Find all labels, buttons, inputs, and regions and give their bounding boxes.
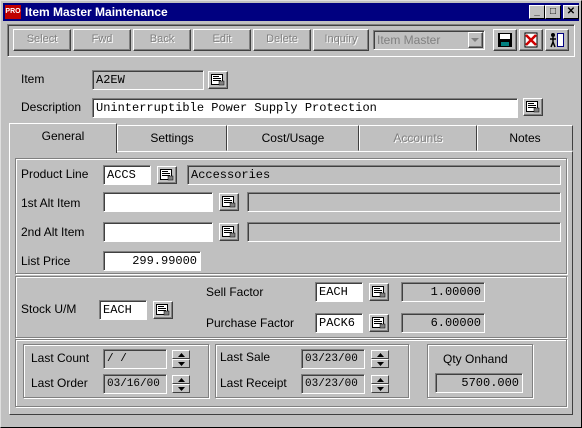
chevron-down-icon[interactable] bbox=[468, 32, 483, 48]
lookup-icon bbox=[160, 169, 174, 181]
alt-item-1-label: 1st Alt Item bbox=[21, 196, 81, 210]
tab-general[interactable]: General bbox=[9, 123, 117, 153]
minimize-button[interactable]: _ bbox=[529, 5, 545, 19]
purchase-factor-value: 6.00000 bbox=[401, 313, 485, 333]
last-order-spinner[interactable] bbox=[172, 375, 190, 393]
item-field[interactable]: A2EW bbox=[92, 70, 204, 90]
sell-factor-value: 1.00000 bbox=[401, 282, 485, 302]
last-order-label: Last Order bbox=[31, 376, 88, 390]
qty-onhand-label: Qty Onhand bbox=[443, 352, 508, 366]
description-lookup-button[interactable] bbox=[523, 98, 543, 116]
window-title: Item Master Maintenance bbox=[25, 5, 168, 19]
spin-up-icon[interactable] bbox=[172, 375, 190, 384]
title-bar[interactable]: PRO Item Master Maintenance _ □ ✕ bbox=[3, 3, 579, 21]
lookup-icon bbox=[526, 101, 540, 113]
product-line-lookup-button[interactable] bbox=[157, 166, 177, 184]
floppy-disk-icon bbox=[498, 33, 512, 47]
description-field[interactable]: Uninterruptible Power Supply Protection bbox=[92, 98, 518, 118]
spin-up-icon[interactable] bbox=[172, 350, 190, 359]
cancel-document-icon bbox=[524, 32, 538, 48]
sell-factor-lookup-button[interactable] bbox=[369, 283, 389, 301]
alt-item-1-lookup-button[interactable] bbox=[219, 193, 239, 211]
fwd-button[interactable]: Fwd bbox=[73, 29, 131, 51]
stock-um-lookup-button[interactable] bbox=[153, 301, 173, 319]
alt-item-2-lookup-button[interactable] bbox=[219, 223, 239, 241]
maximize-button[interactable]: □ bbox=[545, 5, 561, 19]
lookup-icon bbox=[372, 286, 386, 298]
lookup-icon bbox=[222, 196, 236, 208]
alt-item-2-field[interactable] bbox=[103, 222, 213, 242]
tab-notes[interactable]: Notes bbox=[477, 125, 573, 151]
select-button[interactable]: Select bbox=[13, 29, 71, 51]
lookup-icon bbox=[156, 304, 170, 316]
spin-down-icon[interactable] bbox=[172, 384, 190, 393]
mode-select[interactable]: Item Master bbox=[373, 30, 485, 50]
exit-door-icon bbox=[550, 33, 564, 48]
last-sale-spinner[interactable] bbox=[371, 350, 389, 368]
tab-cost-usage[interactable]: Cost/Usage bbox=[227, 125, 359, 151]
last-count-field[interactable]: / / bbox=[103, 349, 167, 369]
last-sale-label: Last Sale bbox=[220, 350, 271, 364]
last-count-label: Last Count bbox=[31, 351, 90, 365]
alt-item-1-description bbox=[247, 192, 561, 212]
qty-onhand-value: 5700.000 bbox=[435, 373, 523, 393]
mode-select-value: Item Master bbox=[377, 33, 441, 47]
delete-button[interactable]: Delete bbox=[253, 29, 311, 51]
product-line-field[interactable]: ACCS bbox=[103, 165, 151, 185]
product-line-description: Accessories bbox=[187, 165, 561, 185]
last-receipt-spinner[interactable] bbox=[371, 375, 389, 393]
tab-accounts: Accounts bbox=[359, 125, 477, 151]
lookup-icon bbox=[222, 226, 236, 238]
spin-up-icon[interactable] bbox=[371, 375, 389, 384]
purchase-factor-label: Purchase Factor bbox=[206, 316, 295, 330]
inquiry-button[interactable]: Inquiry bbox=[313, 29, 369, 51]
last-receipt-field[interactable]: 03/23/00 bbox=[301, 374, 365, 394]
item-lookup-button[interactable] bbox=[208, 71, 228, 89]
lookup-icon bbox=[211, 74, 225, 86]
sell-factor-um-field[interactable]: EACH bbox=[315, 282, 363, 302]
close-button[interactable]: ✕ bbox=[563, 5, 579, 19]
stock-um-label: Stock U/M bbox=[21, 302, 77, 316]
spin-down-icon[interactable] bbox=[172, 359, 190, 368]
stock-um-field[interactable]: EACH bbox=[99, 300, 147, 320]
edit-button[interactable]: Edit bbox=[193, 29, 251, 51]
description-label: Description bbox=[21, 100, 82, 114]
save-button[interactable] bbox=[493, 29, 517, 51]
cancel-button[interactable] bbox=[519, 29, 543, 51]
list-price-label: List Price bbox=[21, 254, 71, 268]
last-order-field[interactable]: 03/16/00 bbox=[103, 374, 167, 394]
list-price-field[interactable]: 299.99000 bbox=[103, 251, 201, 271]
item-master-window: PRO Item Master Maintenance _ □ ✕ Select… bbox=[0, 0, 582, 428]
lookup-icon bbox=[372, 317, 386, 329]
alt-item-2-label: 2nd Alt Item bbox=[21, 225, 85, 239]
alt-item-1-field[interactable] bbox=[103, 192, 213, 212]
last-count-spinner[interactable] bbox=[172, 350, 190, 368]
exit-button[interactable] bbox=[545, 29, 569, 51]
last-receipt-label: Last Receipt bbox=[220, 376, 287, 390]
purchase-factor-um-field[interactable]: PACK6 bbox=[315, 313, 363, 333]
item-label: Item bbox=[21, 72, 45, 86]
purchase-factor-lookup-button[interactable] bbox=[369, 314, 389, 332]
spin-down-icon[interactable] bbox=[371, 384, 389, 393]
product-line-label: Product Line bbox=[21, 167, 89, 181]
spin-up-icon[interactable] bbox=[371, 350, 389, 359]
tab-settings[interactable]: Settings bbox=[117, 125, 227, 151]
sell-factor-label: Sell Factor bbox=[206, 285, 264, 299]
spin-down-icon[interactable] bbox=[371, 359, 389, 368]
app-icon: PRO bbox=[5, 5, 21, 19]
back-button[interactable]: Back bbox=[133, 29, 191, 51]
last-sale-field[interactable]: 03/23/00 bbox=[301, 349, 365, 369]
alt-item-2-description bbox=[247, 222, 561, 242]
